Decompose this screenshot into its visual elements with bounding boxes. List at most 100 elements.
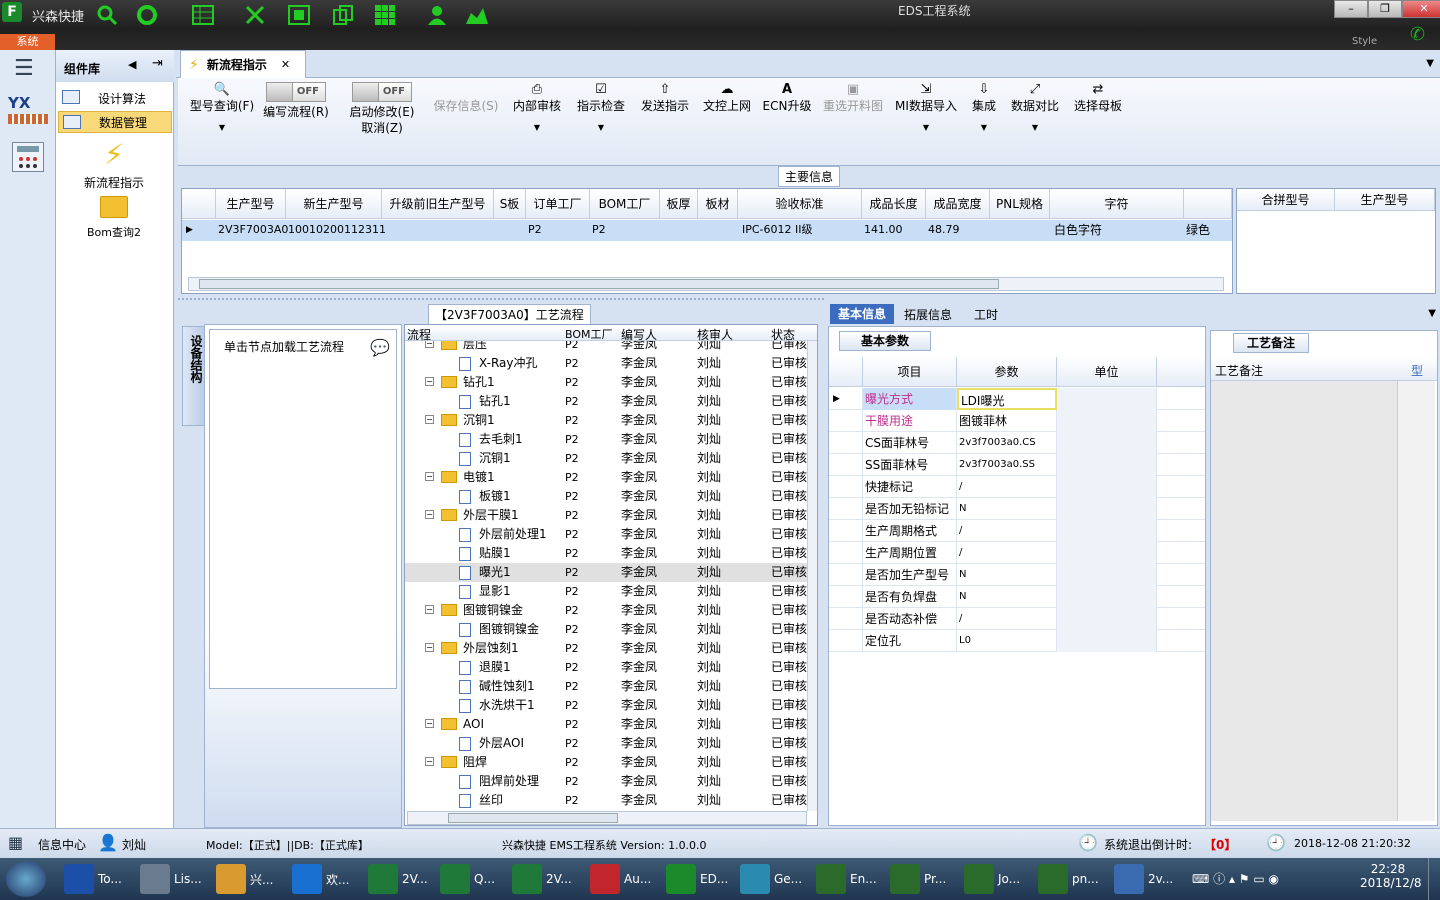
tree-row[interactable]: 外层前处理1 P2 李金凤 刘灿 已审核 <box>405 525 809 544</box>
model-query-button[interactable]: 🔍 型号查询(F) ▼ <box>184 82 260 136</box>
row-selector[interactable]: ▶ <box>829 388 863 410</box>
tray-icons[interactable]: ⌨ ⓘ ▴ ⚑ ▭ ◉ <box>1192 870 1279 887</box>
tree-row[interactable]: 丝印 P2 李金凤 刘灿 已审核 <box>405 791 809 810</box>
collapse-icon[interactable]: − <box>425 510 434 519</box>
copy-icon[interactable] <box>330 2 356 28</box>
start-modify-toggle[interactable]: OFF 启动修改(E) 取消(Z) <box>344 82 420 136</box>
param-value[interactable]: N <box>957 586 1057 608</box>
table-icon[interactable] <box>190 2 216 28</box>
phone-icon[interactable]: ✆ <box>1410 24 1425 45</box>
tree-row[interactable]: 碱性蚀刻1 P2 李金凤 刘灿 已审核 <box>405 677 809 696</box>
col-header[interactable]: 板材 <box>698 189 738 219</box>
taskbar-item[interactable]: Au... <box>586 861 658 897</box>
param-unit[interactable] <box>1057 476 1157 498</box>
scroll-thumb[interactable] <box>448 813 618 823</box>
tab-work-hours[interactable]: 工时 <box>974 306 998 323</box>
scissors-icon[interactable] <box>242 2 268 28</box>
collapse-icon[interactable]: − <box>425 415 434 424</box>
tab-basic-info[interactable]: 基本信息 <box>830 304 894 324</box>
collapse-icon[interactable]: − <box>425 341 434 348</box>
reselect-cutting-chart-button[interactable]: ▣ 重选开料图 <box>818 82 888 114</box>
taskbar-item[interactable]: ED... <box>662 861 734 897</box>
param-unit[interactable] <box>1057 520 1157 542</box>
tree-row[interactable]: 水洗烘干1 P2 李金凤 刘灿 已审核 <box>405 696 809 715</box>
param-unit[interactable] <box>1057 388 1157 410</box>
row-selector[interactable] <box>829 432 863 454</box>
param-row[interactable]: CS面菲林号 2v3f7003a0.CS <box>829 432 1205 454</box>
tree-row[interactable]: 外层AOI P2 李金凤 刘灿 已审核 <box>405 734 809 753</box>
tree-row[interactable]: 曝光1 P2 李金凤 刘灿 已审核 <box>405 563 809 582</box>
col-header[interactable]: 成品宽度 <box>926 189 990 219</box>
vertical-scrollbar[interactable] <box>807 341 817 811</box>
tab-list-dropdown-icon[interactable]: ▼ <box>1426 58 1434 69</box>
table-row[interactable]: ▶ 2V3F7003A0 10010200112311 P2 P2 IPC-60… <box>182 220 1232 241</box>
col-header[interactable]: PNL规格 <box>990 189 1050 219</box>
col-header[interactable]: BOM工厂 <box>590 189 660 219</box>
nav-item-design-algorithm[interactable]: 设计算法 <box>58 87 172 109</box>
tab-new-process-indication[interactable]: ⚡ 新流程指示 ✕ <box>180 50 306 78</box>
collapse-icon[interactable]: − <box>425 643 434 652</box>
row-selector[interactable] <box>829 520 863 542</box>
tree-row[interactable]: − 图镀铜镍金 P2 李金凤 刘灿 已审核 <box>405 601 809 620</box>
param-row[interactable]: ▶ 曝光方式 LDI曝光 <box>829 388 1205 410</box>
tree-row[interactable]: − 钻孔1 P2 李金凤 刘灿 已审核 <box>405 373 809 392</box>
indication-check-button[interactable]: ☑ 指示检查 ▼ <box>574 82 628 136</box>
tree-row[interactable]: 贴膜1 P2 李金凤 刘灿 已审核 <box>405 544 809 563</box>
param-row[interactable]: 快捷标记 / <box>829 476 1205 498</box>
row-selector[interactable] <box>829 410 863 432</box>
param-value[interactable]: / <box>957 608 1057 630</box>
param-row[interactable]: SS面菲林号 2v3f7003a0.SS <box>829 454 1205 476</box>
toggle-switch[interactable]: OFF <box>352 82 412 102</box>
row-selector[interactable] <box>829 498 863 520</box>
tile-new-process-indication[interactable]: ⚡ 新流程指示 <box>56 136 172 191</box>
clock[interactable]: 22:28 2018/12/8 <box>1360 862 1422 890</box>
tab-process-notes[interactable]: 工艺备注 <box>1233 333 1309 353</box>
col-header[interactable]: 新生产型号 <box>286 189 382 219</box>
taskbar-item[interactable]: Q... <box>436 861 508 897</box>
dropdown-icon[interactable]: ▼ <box>1428 308 1436 319</box>
collapse-icon[interactable]: − <box>425 605 434 614</box>
col-header[interactable]: 字符 <box>1050 189 1184 219</box>
param-row[interactable]: 生产周期格式 / <box>829 520 1205 542</box>
yx-module-icon[interactable]: YX <box>8 94 48 130</box>
tree-row[interactable]: − 阻焊 P2 李金凤 刘灿 已审核 <box>405 753 809 772</box>
param-row[interactable]: 生产周期位置 / <box>829 542 1205 564</box>
param-value[interactable]: / <box>957 520 1057 542</box>
taskbar-item[interactable]: Ge... <box>736 861 808 897</box>
tree-row[interactable]: − 电镀1 P2 李金凤 刘灿 已审核 <box>405 468 809 487</box>
col-header[interactable]: 成品长度 <box>862 189 926 219</box>
tree-row[interactable]: − AOI P2 李金凤 刘灿 已审核 <box>405 715 809 734</box>
tree-row[interactable]: − 外层干膜1 P2 李金凤 刘灿 已审核 <box>405 506 809 525</box>
param-value[interactable]: / <box>957 542 1057 564</box>
param-value[interactable]: 2v3f7003a0.CS <box>957 432 1057 454</box>
col-header[interactable]: S板 <box>494 189 526 219</box>
param-unit[interactable] <box>1057 586 1157 608</box>
taskbar-item[interactable]: To... <box>60 861 132 897</box>
param-unit[interactable] <box>1057 608 1157 630</box>
collapse-icon[interactable]: − <box>425 719 434 728</box>
save-info-button[interactable]: 保存信息(S) <box>430 82 502 114</box>
param-unit[interactable] <box>1057 498 1157 520</box>
tree-row[interactable]: − 沉铜1 P2 李金凤 刘灿 已审核 <box>405 411 809 430</box>
param-unit[interactable] <box>1057 542 1157 564</box>
taskbar-item[interactable]: Lis... <box>136 861 208 897</box>
param-unit[interactable] <box>1057 630 1157 652</box>
send-indication-button[interactable]: ⇧ 发送指示 <box>638 82 692 114</box>
tree-row[interactable]: − 层压 P2 李金凤 刘灿 已审核 <box>405 341 809 354</box>
system-menu-tab[interactable]: 系统 <box>0 34 55 50</box>
close-tab-icon[interactable]: ✕ <box>281 58 290 71</box>
show-desktop-button[interactable] <box>1428 858 1440 900</box>
tab-equipment-structure[interactable]: 设备结构 <box>182 326 206 426</box>
collapse-icon[interactable]: − <box>425 377 434 386</box>
col-header[interactable]: 升级前旧生产型号 <box>382 189 494 219</box>
col-header[interactable]: 板厚 <box>660 189 698 219</box>
collapse-icon[interactable]: − <box>425 472 434 481</box>
internal-review-button[interactable]: ⎙ 内部审核 ▼ <box>510 82 564 136</box>
menu-icon[interactable]: ☰ <box>14 56 34 81</box>
user-icon[interactable] <box>424 2 450 28</box>
param-row[interactable]: 干膜用途 图镀菲林 <box>829 410 1205 432</box>
param-row[interactable]: 定位孔 L0 <box>829 630 1205 652</box>
taskbar-item[interactable]: 2V... <box>364 861 436 897</box>
integrate-button[interactable]: ⇩ 集成 ▼ <box>966 82 1002 136</box>
row-selector[interactable] <box>829 586 863 608</box>
